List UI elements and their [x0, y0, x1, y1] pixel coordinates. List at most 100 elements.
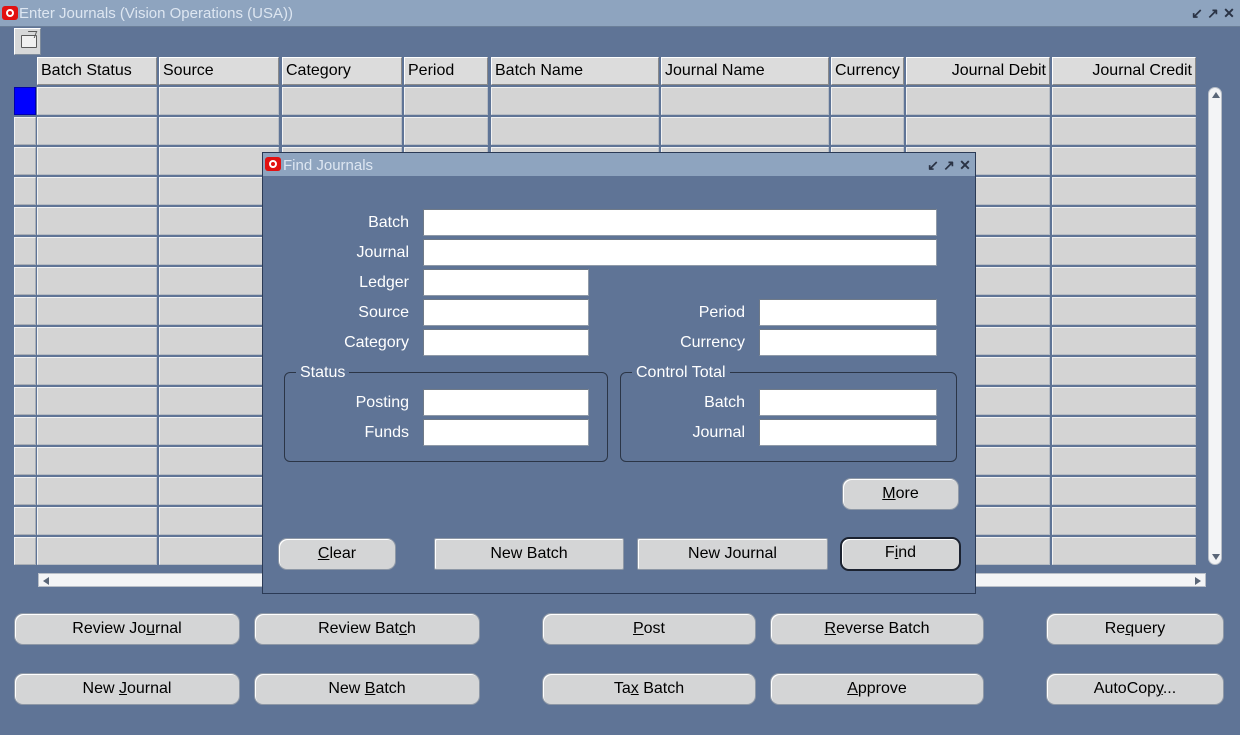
clear-button[interactable]: Clear: [278, 538, 396, 570]
control-journal-field[interactable]: [759, 419, 937, 446]
vertical-scrollbar[interactable]: [1208, 87, 1222, 565]
grid-cell-category[interactable]: [282, 87, 402, 115]
grid-cell-source[interactable]: [159, 147, 279, 175]
column-header-journal-name[interactable]: Journal Name: [661, 57, 829, 85]
grid-cell-currency[interactable]: [831, 117, 904, 145]
grid-cell-batch-status[interactable]: [37, 357, 157, 385]
funds-field[interactable]: [423, 419, 589, 446]
grid-cell-source[interactable]: [159, 117, 279, 145]
grid-cell-journal-credit[interactable]: [1052, 177, 1196, 205]
new-journal-button[interactable]: New Journal: [14, 673, 240, 705]
row-selector[interactable]: [14, 417, 36, 445]
row-selector[interactable]: [14, 177, 36, 205]
column-header-currency[interactable]: Currency: [831, 57, 904, 85]
column-header-source[interactable]: Source: [159, 57, 279, 85]
grid-cell-source[interactable]: [159, 417, 279, 445]
find-button[interactable]: Find: [840, 537, 961, 571]
scroll-up-icon[interactable]: [1212, 92, 1220, 98]
grid-cell-journal-credit[interactable]: [1052, 237, 1196, 265]
grid-cell-source[interactable]: [159, 267, 279, 295]
grid-cell-source[interactable]: [159, 357, 279, 385]
grid-cell-journal-credit[interactable]: [1052, 447, 1196, 475]
grid-cell-batch-status[interactable]: [37, 147, 157, 175]
grid-cell-source[interactable]: [159, 507, 279, 535]
grid-cell-batch-status[interactable]: [37, 267, 157, 295]
grid-cell-journal-credit[interactable]: [1052, 477, 1196, 505]
grid-cell-period[interactable]: [404, 87, 488, 115]
row-selector[interactable]: [14, 357, 36, 385]
tax-batch-button[interactable]: Tax Batch: [542, 673, 756, 705]
grid-cell-category[interactable]: [282, 117, 402, 145]
post-button[interactable]: Post: [542, 613, 756, 645]
grid-cell-source[interactable]: [159, 237, 279, 265]
row-selector[interactable]: [14, 297, 36, 325]
row-selector[interactable]: [14, 447, 36, 475]
requery-button[interactable]: Requery: [1046, 613, 1224, 645]
control-batch-field[interactable]: [759, 389, 937, 416]
row-selector[interactable]: [14, 117, 36, 145]
ledger-field[interactable]: [423, 269, 589, 296]
reverse-batch-button[interactable]: Reverse Batch: [770, 613, 984, 645]
row-selector[interactable]: [14, 507, 36, 535]
grid-cell-journal-credit[interactable]: [1052, 537, 1196, 565]
dialog-new-journal-button[interactable]: New Journal: [637, 538, 828, 570]
dialog-restore-icon[interactable]: ↗: [942, 158, 956, 172]
grid-cell-journal-credit[interactable]: [1052, 207, 1196, 235]
review-batch-button[interactable]: Review Batch: [254, 613, 480, 645]
column-header-journal-debit[interactable]: Journal Debit: [906, 57, 1050, 85]
approve-button[interactable]: Approve: [770, 673, 984, 705]
row-selector[interactable]: [14, 87, 36, 115]
column-header-period[interactable]: Period: [404, 57, 488, 85]
close-icon[interactable]: ✕: [1222, 6, 1236, 20]
grid-cell-batch-name[interactable]: [491, 87, 659, 115]
grid-cell-source[interactable]: [159, 327, 279, 355]
grid-cell-batch-status[interactable]: [37, 297, 157, 325]
scroll-left-icon[interactable]: [43, 577, 49, 585]
grid-cell-source[interactable]: [159, 447, 279, 475]
category-field[interactable]: [423, 329, 589, 356]
grid-cell-journal-credit[interactable]: [1052, 297, 1196, 325]
column-header-category[interactable]: Category: [282, 57, 402, 85]
grid-cell-source[interactable]: [159, 297, 279, 325]
grid-cell-journal-credit[interactable]: [1052, 417, 1196, 445]
grid-cell-journal-credit[interactable]: [1052, 357, 1196, 385]
row-selector[interactable]: [14, 477, 36, 505]
grid-cell-batch-status[interactable]: [37, 87, 157, 115]
grid-cell-batch-status[interactable]: [37, 537, 157, 565]
row-selector[interactable]: [14, 267, 36, 295]
grid-cell-source[interactable]: [159, 177, 279, 205]
grid-cell-batch-status[interactable]: [37, 477, 157, 505]
currency-field[interactable]: [759, 329, 937, 356]
row-selector[interactable]: [14, 147, 36, 175]
grid-cell-batch-status[interactable]: [37, 207, 157, 235]
batch-field[interactable]: [423, 209, 937, 236]
grid-cell-source[interactable]: [159, 537, 279, 565]
grid-cell-currency[interactable]: [831, 87, 904, 115]
row-selector[interactable]: [14, 207, 36, 235]
minimize-icon[interactable]: ↙: [1190, 6, 1204, 20]
source-field[interactable]: [423, 299, 589, 326]
autocopy-button[interactable]: AutoCopy...: [1046, 673, 1224, 705]
grid-cell-journal-credit[interactable]: [1052, 267, 1196, 295]
open-folder-button[interactable]: [14, 28, 41, 55]
grid-cell-batch-status[interactable]: [37, 387, 157, 415]
grid-cell-journal-credit[interactable]: [1052, 117, 1196, 145]
grid-cell-period[interactable]: [404, 117, 488, 145]
column-header-batch-name[interactable]: Batch Name: [491, 57, 659, 85]
scroll-right-icon[interactable]: [1195, 577, 1201, 585]
grid-cell-batch-status[interactable]: [37, 507, 157, 535]
grid-cell-batch-status[interactable]: [37, 177, 157, 205]
row-selector[interactable]: [14, 237, 36, 265]
row-selector[interactable]: [14, 327, 36, 355]
period-field[interactable]: [759, 299, 937, 326]
grid-cell-batch-status[interactable]: [37, 417, 157, 445]
grid-cell-journal-debit[interactable]: [906, 87, 1050, 115]
grid-cell-journal-debit[interactable]: [906, 117, 1050, 145]
review-journal-button[interactable]: Review Journal: [14, 613, 240, 645]
grid-cell-journal-credit[interactable]: [1052, 387, 1196, 415]
new-batch-button[interactable]: New Batch: [254, 673, 480, 705]
dialog-new-batch-button[interactable]: New Batch: [434, 538, 624, 570]
row-selector[interactable]: [14, 537, 36, 565]
grid-cell-journal-credit[interactable]: [1052, 507, 1196, 535]
grid-cell-source[interactable]: [159, 477, 279, 505]
